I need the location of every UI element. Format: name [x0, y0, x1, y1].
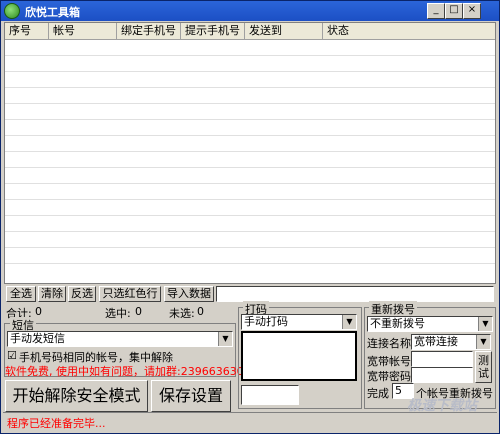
broadband-account-label: 宽带帐号:	[367, 355, 415, 368]
minimize-button[interactable]: _	[427, 3, 445, 19]
chevron-down-icon[interactable]: ▼	[218, 332, 232, 346]
broadband-password-label: 宽带密码:	[367, 370, 415, 383]
broadband-account-input[interactable]	[411, 351, 473, 367]
invert-selection-button[interactable]: 反选	[68, 286, 96, 302]
broadband-password-input[interactable]	[411, 367, 473, 383]
table-row[interactable]	[5, 135, 495, 136]
selected-value: 0	[135, 305, 142, 318]
column-header-bound-phone[interactable]: 绑定手机号	[117, 23, 181, 39]
chevron-down-icon[interactable]: ▼	[478, 317, 492, 331]
maximize-button[interactable]: □	[445, 3, 463, 19]
table-row[interactable]	[5, 183, 495, 184]
unselected-value: 0	[197, 305, 204, 318]
column-header-hint-phone[interactable]: 提示手机号	[181, 23, 245, 39]
table-row[interactable]	[5, 199, 495, 200]
table-header: 序号 帐号 绑定手机号 提示手机号 发送到 状态	[5, 23, 495, 40]
select-all-button[interactable]: 全选	[6, 286, 36, 302]
clear-button[interactable]: 清除	[38, 286, 66, 302]
table-row[interactable]	[5, 263, 495, 264]
chevron-down-icon[interactable]: ▼	[476, 335, 490, 349]
sms-mode-select[interactable]: 手动发短信 ▼	[7, 331, 233, 347]
connection-name-value: 宽带连接	[414, 335, 458, 348]
app-icon	[4, 3, 20, 19]
table-row[interactable]	[5, 71, 495, 72]
table-row[interactable]	[5, 231, 495, 232]
column-header-account[interactable]: 帐号	[49, 23, 117, 39]
column-header-index[interactable]: 序号	[5, 23, 49, 39]
import-data-button[interactable]: 导入数据	[164, 286, 214, 302]
table-row[interactable]	[5, 247, 495, 248]
table-row[interactable]	[5, 119, 495, 120]
column-header-status[interactable]: 状态	[323, 23, 495, 39]
captcha-code-input[interactable]	[241, 385, 299, 405]
table-row[interactable]	[5, 87, 495, 88]
close-button[interactable]: ×	[463, 3, 481, 19]
test-connection-button[interactable]: 测试	[475, 351, 492, 383]
select-red-rows-button[interactable]: 只选红色行	[99, 286, 161, 302]
same-phone-checkbox[interactable]: ☑	[7, 349, 17, 362]
redial-mode-select[interactable]: 不重新拨号 ▼	[367, 316, 493, 332]
column-header-send-to[interactable]: 发送到	[245, 23, 323, 39]
selected-label: 选中:	[105, 307, 131, 320]
captcha-mode-select[interactable]: 手动打码 ▼	[241, 314, 357, 330]
unselected-label: 未选:	[169, 307, 195, 320]
save-settings-button[interactable]: 保存设置	[151, 380, 231, 412]
table-row[interactable]	[5, 55, 495, 56]
table-row[interactable]	[5, 103, 495, 104]
free-notice: 软件免费, 使用中如有问题，请加群:239663630	[5, 365, 244, 378]
table-row[interactable]	[5, 215, 495, 216]
total-value: 0	[35, 305, 42, 318]
captcha-image-box	[241, 331, 357, 381]
connection-name-label: 连接名称:	[367, 337, 415, 350]
main-window: 欣悦工具箱 _ □ × 序号 帐号 绑定手机号 提示手机号 发送到 状态 全选 …	[0, 0, 500, 434]
status-bar: 程序已经准备完毕...	[3, 412, 497, 431]
complete-label: 完成	[367, 387, 389, 400]
redial-group-label: 重新拨号	[369, 301, 417, 317]
sms-mode-value: 手动发短信	[10, 332, 65, 345]
window-title: 欣悦工具箱	[25, 6, 80, 19]
toolbar-text-input[interactable]	[216, 286, 494, 302]
status-text: 程序已经准备完毕...	[7, 417, 106, 430]
connection-name-select[interactable]: 宽带连接 ▼	[411, 334, 491, 350]
start-unlock-button[interactable]: 开始解除安全模式	[5, 380, 148, 412]
redial-mode-value: 不重新拨号	[370, 317, 425, 330]
title-bar: 欣悦工具箱 _ □ ×	[1, 1, 499, 21]
captcha-mode-value: 手动打码	[244, 315, 288, 328]
chevron-down-icon[interactable]: ▼	[342, 315, 356, 329]
accounts-table[interactable]: 序号 帐号 绑定手机号 提示手机号 发送到 状态	[4, 22, 496, 284]
table-row[interactable]	[5, 167, 495, 168]
table-row[interactable]	[5, 151, 495, 152]
